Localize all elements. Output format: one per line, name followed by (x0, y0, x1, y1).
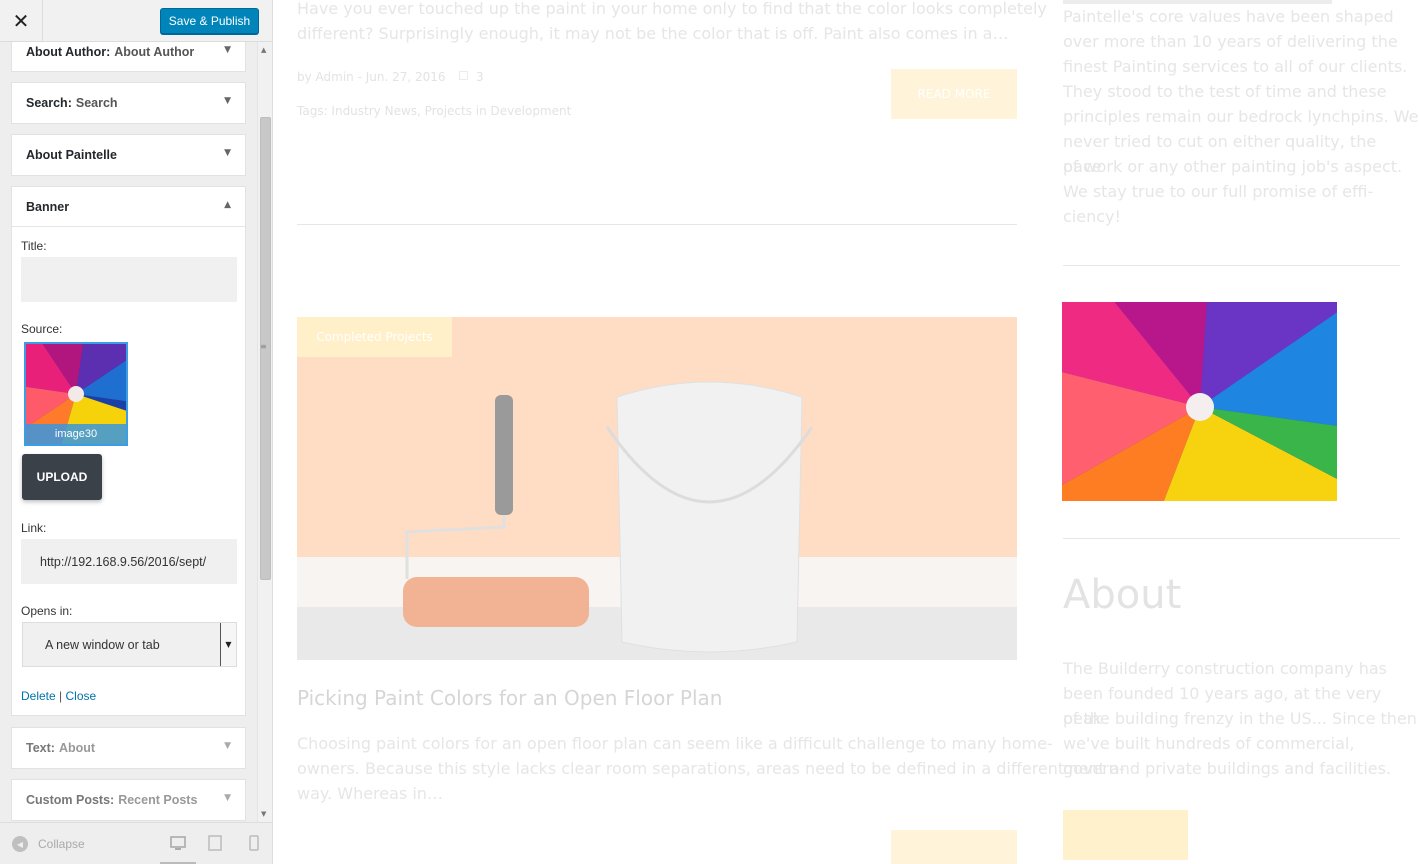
widgets-panel: About Author: About Author ▼ Search: Sea… (0, 42, 257, 822)
opens-in-select[interactable]: A new window or tab ▼ (22, 622, 237, 667)
about-heading: About (1063, 572, 1182, 618)
widget-custom-posts[interactable]: Custom Posts: Recent Posts ▼ (11, 779, 246, 821)
opens-in-label: Opens in: (21, 604, 73, 618)
customizer-header: ✕ Save & Publish (0, 0, 272, 42)
widget-type: About Author: (26, 45, 111, 59)
title-field[interactable] (21, 257, 237, 302)
separator: | (59, 689, 63, 703)
sidebar-scrollbar[interactable]: ▲ ≡ ▼ (257, 42, 272, 822)
widget-title: Recent Posts (118, 793, 198, 807)
widget-header[interactable]: Custom Posts: Recent Posts ▼ (12, 780, 245, 820)
site-preview: Have you ever touched up the paint in yo… (274, 0, 1419, 864)
post-excerpt-line: Have you ever touched up the paint in yo… (297, 0, 1047, 18)
widget-header[interactable]: Banner ▲ (12, 187, 245, 227)
widget-about-author[interactable]: About Author: About Author ▼ (11, 42, 246, 72)
post-excerpt-line: Choosing paint colors for an open floor … (297, 734, 1053, 753)
chevron-down-icon[interactable]: ▼ (220, 623, 236, 666)
title-label: Title: (21, 239, 47, 253)
link-label: Link: (21, 521, 47, 535)
source-label: Source: (21, 322, 63, 336)
opens-in-value: A new window or tab (45, 637, 160, 652)
values-text-line: principles remain our bedrock lynchpins.… (1063, 107, 1419, 126)
widget-type: Text: (26, 741, 55, 755)
link-field[interactable]: http://192.168.9.56/2016/sept/ (21, 539, 237, 584)
banner-image-thumbnail[interactable]: image30 (24, 342, 128, 446)
divider (1063, 265, 1400, 266)
chevron-down-icon[interactable]: ▼ (224, 793, 231, 803)
paint-can-image (297, 317, 1017, 660)
post-excerpt-line: way. Whereas in… (297, 784, 443, 803)
widget-banner: Banner ▲ Title: Source: image30 UPLOAD L… (11, 186, 246, 716)
save-publish-button[interactable]: Save & Publish (160, 8, 259, 34)
collapse-label[interactable]: Collapse (38, 837, 85, 851)
widget-type: Search: (26, 96, 72, 110)
chevron-down-icon[interactable]: ▼ (224, 45, 231, 55)
widget-search[interactable]: Search: Search ▼ (11, 82, 246, 124)
post-title[interactable]: Picking Paint Colors for an Open Floor P… (297, 686, 722, 710)
post-meta: by Admin - Jun. 27, 2016 (297, 70, 446, 84)
comment-count: 3 (476, 70, 484, 84)
widget-type: Banner (26, 199, 70, 214)
about-text-line: of the building frenzy in the US... Sinc… (1063, 709, 1417, 728)
chevron-down-icon[interactable]: ▼ (224, 741, 231, 751)
widget-about-paintelle[interactable]: About Paintelle ▼ (11, 134, 246, 176)
widget-header[interactable]: About Author: About Author ▼ (12, 42, 245, 71)
post-featured-image[interactable] (297, 317, 1017, 660)
read-more-button[interactable] (891, 830, 1017, 864)
scroll-up-icon[interactable]: ▲ (261, 46, 266, 54)
customizer-footer: ◀ Collapse (0, 822, 272, 864)
post-excerpt-line: different? Surprisingly enough, it may n… (297, 24, 1009, 43)
about-text-line: ment and private buildings and facilitie… (1063, 759, 1392, 778)
desktop-preview-icon[interactable] (160, 835, 196, 864)
values-text-line: of work or any other painting job's aspe… (1063, 157, 1403, 176)
widget-title: About Author (114, 45, 195, 59)
collapse-icon[interactable]: ◀ (12, 836, 28, 852)
widget-header[interactable]: Text: About ▼ (12, 728, 245, 768)
close-link[interactable]: Close (66, 689, 97, 703)
widget-header[interactable]: About Paintelle ▼ (12, 135, 245, 175)
mobile-preview-icon[interactable] (249, 835, 259, 854)
values-text-line: Paintelle's core values have been shaped (1063, 7, 1394, 26)
widget-title: Search (75, 96, 118, 110)
values-text-line: They stood to the test of time and these (1063, 82, 1387, 101)
divider (1063, 538, 1400, 539)
post-tags: Tags: Industry News, Projects in Develop… (297, 104, 572, 118)
values-text-line: ciency! (1063, 207, 1121, 226)
delete-link[interactable]: Delete (21, 689, 56, 703)
chevron-down-icon[interactable]: ▼ (224, 96, 231, 106)
widget-type: About Paintelle (26, 148, 117, 162)
grip-icon: ≡ (260, 342, 267, 351)
close-icon[interactable]: ✕ (0, 0, 43, 42)
widget-type: Custom Posts: (26, 793, 115, 807)
widget-text-about[interactable]: Text: About ▼ (11, 727, 246, 769)
widget-header[interactable]: Search: Search ▼ (12, 83, 245, 123)
values-text-line: We stay true to our full promise of effi… (1063, 182, 1374, 201)
about-text-line: The Builderry construction company has (1063, 659, 1387, 678)
scroll-down-icon[interactable]: ▼ (261, 810, 266, 818)
image-name: image30 (26, 424, 126, 444)
tablet-preview-icon[interactable] (208, 835, 222, 854)
color-wheel-image (1062, 302, 1337, 501)
divider (297, 224, 1017, 225)
category-badge[interactable]: Completed Projects (297, 317, 452, 357)
values-text-line: over more than 10 years of delivering th… (1063, 32, 1398, 51)
upload-button[interactable]: UPLOAD (22, 454, 102, 500)
banner-widget-image[interactable] (1062, 302, 1337, 501)
customizer-sidebar: ✕ Save & Publish About Author: About Aut… (0, 0, 273, 864)
chevron-up-icon[interactable]: ▲ (224, 200, 231, 210)
widget-actions: Delete | Close (21, 689, 96, 703)
values-text-line: finest Painting services to all of our c… (1063, 57, 1408, 76)
chevron-down-icon[interactable]: ▼ (224, 148, 231, 158)
about-button[interactable] (1063, 810, 1188, 860)
comment-icon: ☐ (458, 69, 469, 83)
read-more-button[interactable]: READ MORE (891, 69, 1017, 119)
widget-title: About (58, 741, 96, 755)
post-excerpt-line: owners. Because this style lacks clear r… (297, 759, 1065, 778)
